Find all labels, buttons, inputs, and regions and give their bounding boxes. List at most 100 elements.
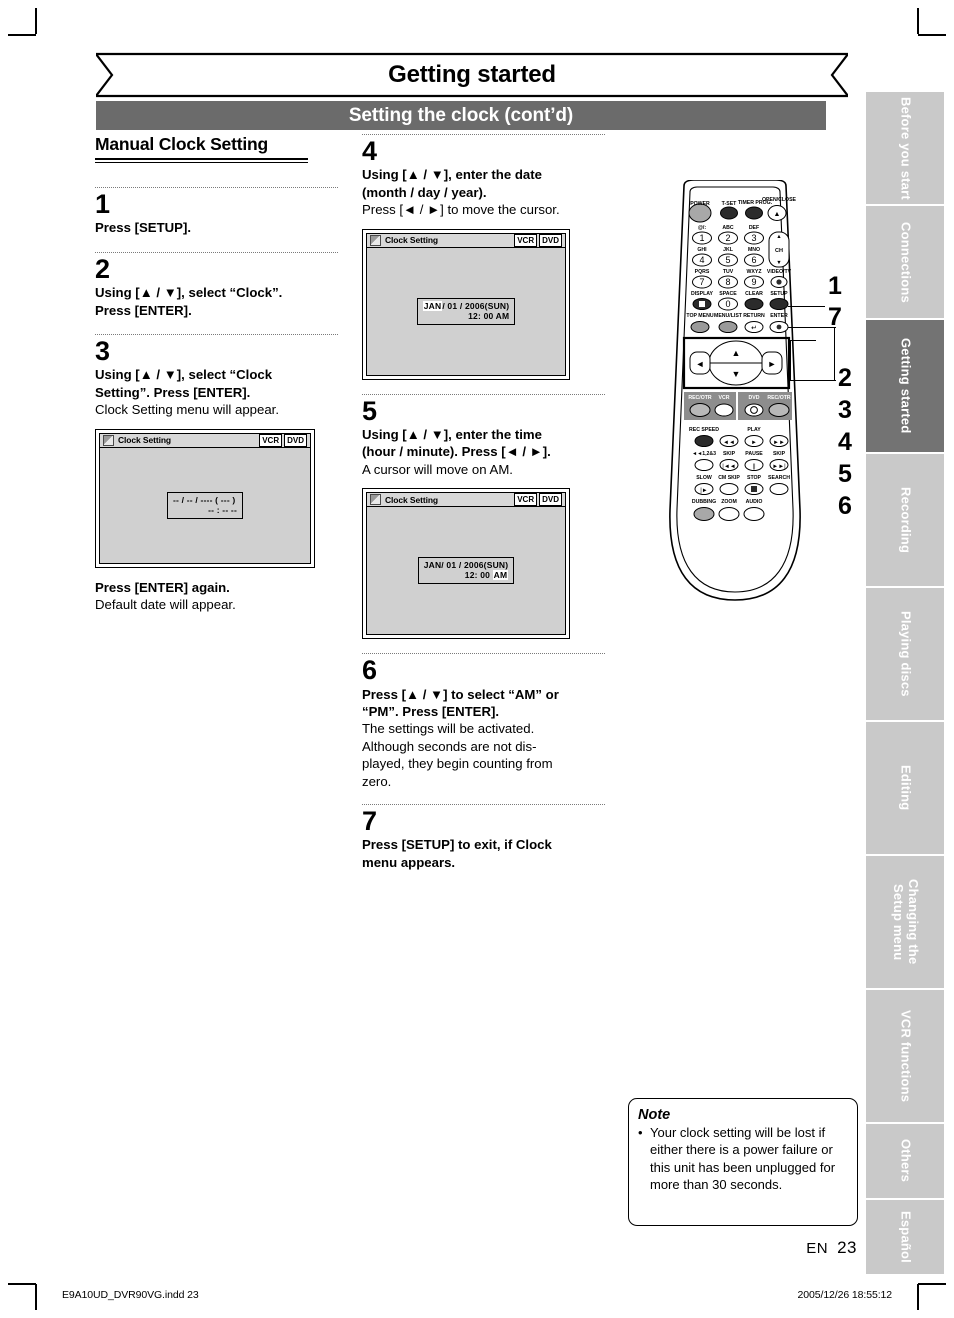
step-number-1: 1	[95, 189, 111, 219]
clock-setting-icon	[103, 434, 114, 446]
crop-mark	[35, 8, 37, 34]
badge-dvd: DVD	[539, 493, 562, 507]
left-column: Manual Clock Setting 1 Press [SETUP]. 2 …	[95, 134, 338, 613]
tab-label: VCR functions	[898, 1009, 914, 1103]
svg-text:ENTER: ENTER	[770, 313, 788, 319]
svg-text:||: ||	[752, 464, 756, 470]
divider	[95, 333, 338, 335]
leader-line-setup	[788, 306, 825, 308]
clock-date-rest: / 01 / 2006(SUN)	[442, 300, 510, 311]
divider	[362, 653, 605, 655]
divider	[95, 187, 338, 188]
svg-text:STOP: STOP	[747, 475, 762, 481]
crop-mark	[917, 1284, 919, 1310]
tab-espanol[interactable]: Español	[866, 1200, 944, 1274]
tab-before-you-start[interactable]: Before you start	[866, 92, 944, 204]
svg-text:4: 4	[699, 255, 704, 265]
screen-body: -- / -- / ---- ( --- ) -- : -- --	[99, 447, 311, 564]
section-title: Setting the clock (cont’d)	[348, 104, 574, 126]
cursor-highlight-month: JAN	[422, 300, 443, 311]
badge-dvd: DVD	[284, 433, 307, 447]
callout-7: 7	[828, 303, 842, 331]
screen-title: Clock Setting	[118, 435, 172, 446]
leader-line-dpad-h	[790, 380, 836, 382]
svg-text:VIDEO/TV: VIDEO/TV	[767, 269, 792, 275]
page-footer-number: EN 23	[806, 1238, 857, 1258]
svg-text:▼: ▼	[732, 369, 741, 379]
divider	[362, 134, 605, 135]
callout-1: 1	[828, 272, 842, 300]
svg-text:0: 0	[725, 299, 730, 309]
step-7-text: Press [SETUP] to exit, if Clock menu app…	[362, 837, 552, 870]
tab-changing-setup-menu[interactable]: Changing the Setup menu	[866, 856, 944, 988]
svg-text:SETUP: SETUP	[770, 291, 788, 297]
svg-text:REC/OTR: REC/OTR	[767, 395, 791, 401]
step-6-text: Press [▲ / ▼] to select “AM” or “PM”. Pr…	[362, 686, 559, 719]
clock-date-line: JAN/ 01 / 2006(SUN)	[423, 560, 509, 571]
page-banner: Getting started	[96, 52, 848, 98]
callout-3: 3	[838, 396, 852, 424]
svg-text:CM SKIP: CM SKIP	[718, 475, 740, 481]
svg-text:REC SPEED: REC SPEED	[689, 427, 719, 433]
svg-text:9: 9	[751, 277, 756, 287]
tab-editing[interactable]: Editing	[866, 722, 944, 854]
svg-text:↵: ↵	[751, 325, 757, 332]
tab-playing-discs[interactable]: Playing discs	[866, 588, 944, 720]
clock-time-line: -- : -- --	[208, 504, 237, 515]
svg-text:ABC: ABC	[722, 225, 733, 231]
tab-others[interactable]: Others	[866, 1124, 944, 1198]
svg-text:TUV: TUV	[723, 269, 734, 275]
svg-text:SKIP: SKIP	[773, 451, 786, 457]
svg-text:T-SET: T-SET	[722, 201, 738, 207]
page-subheading: Manual Clock Setting	[95, 134, 308, 163]
leader-line-dpad-left	[790, 340, 792, 381]
svg-text:AUDIO: AUDIO	[746, 499, 763, 505]
crop-mark	[8, 34, 36, 36]
svg-text:SPACE: SPACE	[719, 291, 737, 297]
svg-text:REC/OTR: REC/OTR	[688, 395, 712, 401]
svg-text:POWER: POWER	[690, 201, 710, 207]
clock-date-line: JAN/ 01 / 2006(SUN)	[422, 300, 510, 311]
note-text: Your clock setting will be lost if eithe…	[650, 1125, 836, 1192]
divider	[362, 804, 605, 806]
screen-badges: VCR DVD	[259, 433, 307, 447]
crop-mark	[35, 1284, 37, 1310]
note-title: Note	[638, 1107, 671, 1123]
svg-text:SKIP: SKIP	[723, 451, 736, 457]
svg-text:►: ►	[751, 440, 757, 446]
svg-text:◄◄: ◄◄	[723, 440, 735, 446]
svg-text:@/:: @/:	[698, 225, 706, 231]
step-6-note: The settings will be activated. Although…	[362, 721, 553, 789]
svg-text:MENU/LIST: MENU/LIST	[714, 313, 743, 319]
crop-mark	[918, 1283, 946, 1285]
tab-label: Editing	[898, 765, 914, 811]
svg-text:PAUSE: PAUSE	[745, 451, 763, 457]
tab-vcr-functions[interactable]: VCR functions	[866, 990, 944, 1122]
step-4-note: Press [◄ / ►] to move the cursor.	[362, 202, 560, 218]
leader-line-dpad-top	[790, 340, 816, 342]
svg-text:◄: ◄	[696, 359, 705, 369]
step-3-note: Clock Setting menu will appear.	[95, 402, 279, 418]
svg-text:PLAY: PLAY	[747, 427, 761, 433]
badge-vcr: VCR	[514, 233, 538, 247]
tab-recording[interactable]: Recording	[866, 454, 944, 586]
svg-text:VCR: VCR	[719, 395, 730, 401]
svg-text:◄◄1,2&3: ◄◄1,2&3	[692, 451, 716, 457]
svg-text:7: 7	[699, 277, 704, 287]
step-number-3: 3	[95, 335, 111, 366]
svg-text:GHI: GHI	[697, 247, 707, 253]
step-3-text: Using [▲ / ▼], select “Clock Setting”. P…	[95, 367, 273, 400]
tab-connections[interactable]: Connections	[866, 206, 944, 318]
step-number-4: 4	[362, 136, 378, 166]
svg-text:|◄◄: |◄◄	[722, 464, 735, 470]
screen-badges: VCR DVD	[514, 233, 562, 247]
screen-titlebar: Clock Setting VCR DVD	[99, 432, 311, 448]
svg-text:WXYZ: WXYZ	[747, 269, 763, 275]
note-box: Note • Your clock setting will be lost i…	[628, 1098, 858, 1226]
svg-text:RETURN: RETURN	[743, 313, 765, 319]
step-1-text: Press [SETUP].	[95, 220, 192, 236]
svg-text:PQRS: PQRS	[695, 269, 710, 275]
svg-text:CLEAR: CLEAR	[745, 291, 763, 297]
tab-getting-started[interactable]: Getting started	[866, 320, 944, 452]
tab-label: Before you start	[898, 96, 914, 200]
